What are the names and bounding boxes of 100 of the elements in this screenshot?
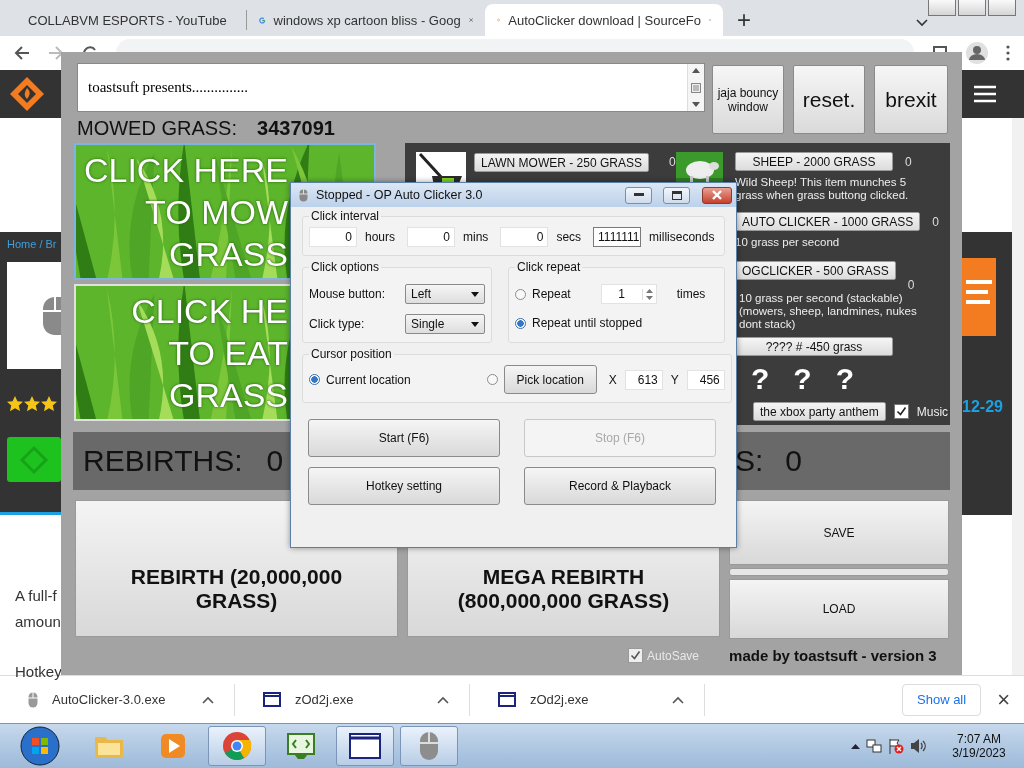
shop-button[interactable]: LAWN MOWER - 250 GRASS: [474, 153, 649, 172]
intro-text-box[interactable]: toastsuft presents...............: [77, 63, 705, 112]
description-text: A full-f: [15, 586, 57, 606]
chevron-icon[interactable]: [916, 19, 928, 27]
date-text: 3/19/2023: [952, 746, 1006, 760]
show-all-button[interactable]: Show all: [902, 683, 982, 716]
download-item[interactable]: AutoClicker-3.0.exe: [0, 683, 235, 716]
rebirths-value: 0: [785, 444, 802, 478]
download-item[interactable]: zOd2j.exe: [235, 683, 470, 716]
maximize-icon: [671, 190, 682, 200]
counter-value: 3437091: [257, 117, 335, 140]
star-icon: [24, 396, 40, 412]
pick-location-button[interactable]: Pick location: [503, 365, 597, 394]
section-heading: Hotkey: [15, 662, 62, 682]
star-icon: [7, 396, 23, 412]
unit-label: secs: [556, 230, 582, 244]
caret-icon: [471, 291, 479, 297]
scroll-thumb-icon[interactable]: [691, 82, 701, 93]
shop-button[interactable]: ???? # -450 grass: [735, 337, 893, 356]
caret-icon: [471, 321, 479, 327]
radio-button[interactable]: [515, 317, 526, 329]
locked-item-mark: ?: [793, 362, 812, 396]
caret-icon[interactable]: [202, 695, 214, 704]
date-text: 12-29: [962, 398, 1004, 416]
number-spinner[interactable]: 1: [600, 284, 657, 304]
badge-icon: [962, 258, 996, 336]
game-button[interactable]: reset.: [793, 65, 865, 134]
radio-button[interactable]: [486, 374, 498, 385]
number-field[interactable]: 0: [309, 227, 357, 247]
shop-button[interactable]: SHEEP - 2000 GRASS: [735, 152, 893, 171]
breadcrumb-link[interactable]: Home / Br: [7, 238, 61, 250]
dialog-button[interactable]: Start (F6): [308, 419, 500, 457]
checkbox-label: Music: [916, 404, 949, 419]
radio-label: Repeat until stopped: [532, 316, 643, 330]
radio-button[interactable]: [515, 288, 526, 300]
game-button[interactable]: brexit: [874, 65, 948, 134]
shop-button[interactable]: OGCLICKER - 500 GRASS: [735, 261, 896, 280]
rebirths-label: REBIRTHS:: [83, 444, 243, 478]
locked-item-mark: ?: [835, 362, 854, 396]
star-icon: [41, 396, 57, 412]
dropdown[interactable]: Single: [405, 314, 485, 334]
window-controls[interactable]: [928, 0, 1016, 16]
minimize-icon: [633, 193, 644, 197]
menu-icon[interactable]: [1006, 45, 1010, 61]
number-field[interactable]: 1111111: [593, 227, 642, 247]
taskbar-button[interactable]: [336, 726, 394, 766]
download-item[interactable]: zOd2j.exe: [470, 683, 705, 716]
item-description: 10 grass per second (stackable) (mowers, sheep, landmines, nukes dont stack): [738, 292, 918, 331]
browser-tab[interactable]: COLLABVM ESPORTS - YouTube: [8, 4, 246, 36]
clock[interactable]: 7:07 AM 3/19/2023: [944, 732, 1014, 760]
dialog-button[interactable]: Record & Playback: [524, 467, 716, 505]
browser-tab[interactable]: windows xp cartoon bliss - Goog: [247, 4, 485, 36]
minimize-button[interactable]: [625, 186, 652, 204]
counter-label: MOWED GRASS:: [77, 117, 237, 140]
profile-icon[interactable]: [966, 42, 988, 64]
close-button[interactable]: ×: [991, 685, 1016, 714]
dropdown[interactable]: Left: [405, 284, 485, 304]
network-icon[interactable]: [866, 738, 882, 754]
speaker-icon[interactable]: [910, 738, 926, 754]
maximize-button[interactable]: [663, 186, 690, 204]
caret-icon[interactable]: [437, 695, 449, 704]
mouse-icon: [28, 691, 38, 708]
coordinate-label: X: [608, 372, 617, 387]
flag-icon[interactable]: [888, 738, 904, 754]
time-text: 7:07 AM: [957, 732, 1001, 746]
rebirths-value: 0: [266, 444, 284, 478]
unit-label: mins: [463, 230, 489, 244]
unit-label: times: [676, 287, 706, 301]
number-field[interactable]: 613: [624, 369, 663, 390]
credit-text: made by toastsuft - version 3: [729, 647, 937, 664]
game-button[interactable]: jaja bouncy window: [712, 65, 784, 134]
scroll-down-icon[interactable]: [692, 102, 700, 108]
number-field[interactable]: 456: [686, 369, 725, 390]
window-icon: [498, 692, 516, 707]
browser-icon: [222, 731, 252, 761]
mouse-icon: [419, 731, 439, 761]
caret-icon[interactable]: [851, 743, 860, 749]
music-checkbox[interactable]: [893, 404, 909, 419]
checkbox-label: AutoSave: [647, 648, 700, 663]
group-label: Click repeat: [516, 260, 582, 274]
song-button[interactable]: the xbox party anthem: [753, 402, 886, 421]
new-tab-button[interactable]: +: [727, 4, 761, 36]
shop-button[interactable]: AUTO CLICKER - 1000 GRASS: [735, 212, 921, 231]
autosave-checkbox[interactable]: [628, 648, 643, 663]
load-button[interactable]: LOAD: [729, 579, 949, 639]
save-button[interactable]: SAVE: [729, 500, 949, 565]
browser-tab[interactable]: AutoClicker download | SourceFo: [485, 4, 723, 36]
start-button[interactable]: [20, 726, 60, 766]
caret-icon[interactable]: [672, 695, 684, 704]
number-field[interactable]: 0: [500, 227, 549, 247]
back-icon[interactable]: [14, 45, 30, 61]
logo-icon[interactable]: [8, 75, 46, 113]
close-button[interactable]: [702, 186, 732, 204]
radio-label: Repeat: [532, 287, 571, 301]
radio-button[interactable]: [309, 374, 320, 385]
dialog-button[interactable]: Hotkey setting: [308, 467, 500, 505]
number-field[interactable]: 0: [407, 227, 456, 247]
mouse-icon: [299, 188, 308, 202]
menu-icon[interactable]: [974, 85, 996, 103]
code-file-icon: [286, 732, 316, 760]
